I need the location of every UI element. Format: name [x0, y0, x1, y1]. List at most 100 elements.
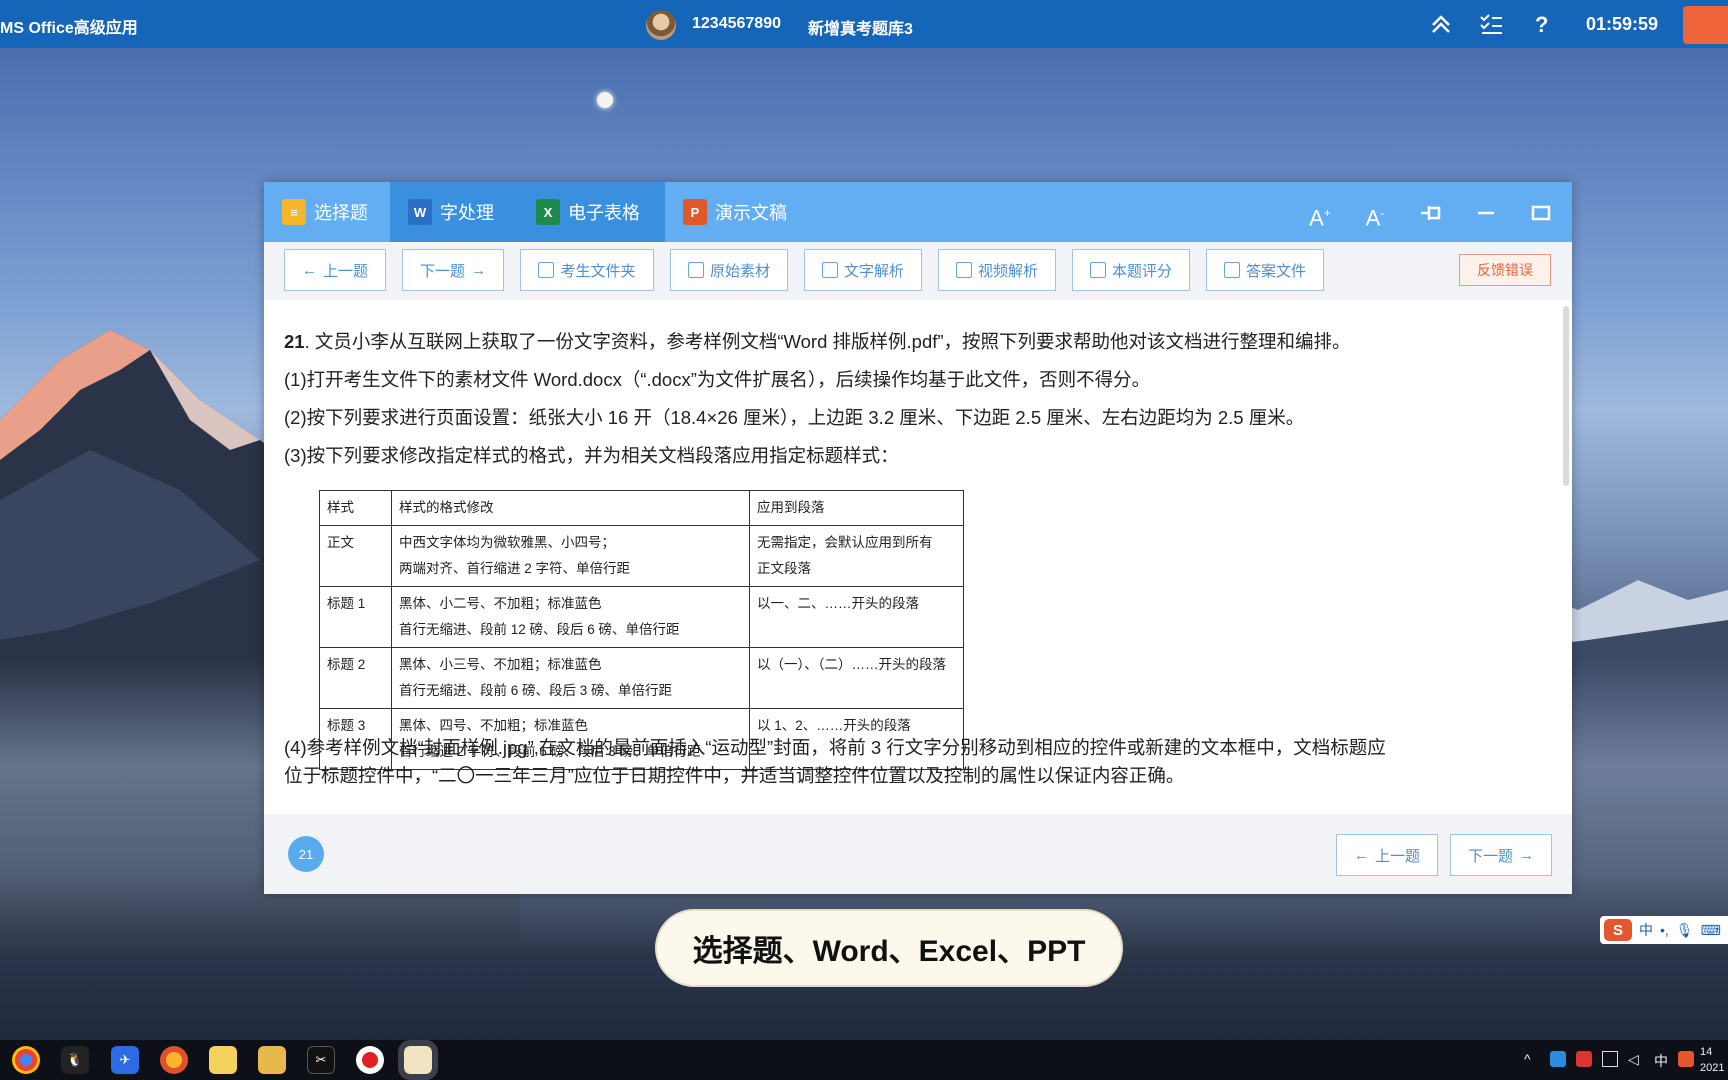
question-content[interactable]: 21. 文员小李从互联网上获取了一份文字资料，参考样例文档“Word 排版样例.… [264, 300, 1572, 814]
system-tray: ^ ◁ 中 [1524, 1051, 1694, 1069]
search-doc-icon [821, 262, 838, 278]
next-question-button[interactable]: 下一题 → [402, 249, 504, 291]
cell-line: 两端对齐、首行缩进 2 字符、单倍行距 [399, 561, 631, 576]
tab-excel[interactable]: X 电子表格 [518, 182, 665, 242]
tab-label: 电子表格 [568, 203, 640, 223]
file-icon [687, 262, 704, 278]
arrow-right-icon: → [1519, 846, 1534, 864]
edit-icon [1089, 262, 1106, 278]
feedback-error-button[interactable]: 反馈错误 [1459, 254, 1551, 286]
text-analysis-button[interactable]: 文字解析 [804, 249, 922, 291]
volume-icon[interactable]: ◁ [1628, 1051, 1644, 1067]
collapse-up-icon[interactable] [1428, 11, 1454, 37]
cell-line: 黑体、小二号、不加粗；标准蓝色 [399, 596, 602, 611]
table-row: 标题 2 黑体、小三号、不加粗；标准蓝色 首行无缩进、段前 6 磅、段后 3 磅、… [319, 647, 964, 709]
document-icon: ≡ [282, 199, 306, 225]
question-number-badge[interactable]: 21 [288, 836, 324, 872]
scrollbar[interactable] [1563, 306, 1569, 486]
cell-line: 首行无缩进、段前 6 磅、段后 3 磅、单倍行距 [399, 683, 673, 698]
answer-icon [1223, 262, 1240, 278]
style-cell: 正文 [319, 525, 392, 587]
sogou-logo-icon: S [1604, 919, 1632, 941]
cell-line: 首行无缩进、段前 12 磅、段后 6 磅、单倍行距 [399, 622, 680, 637]
prev-question-button[interactable]: ← 上一题 [284, 249, 386, 291]
ime-toolbar[interactable]: S 中 •, 🎙 ⌨ [1600, 916, 1728, 944]
step-1: (1)打开考生文件下的素材文件 Word.docx（“.docx”为文件扩展名）… [284, 369, 1151, 390]
submit-button[interactable] [1683, 6, 1728, 44]
tab-label: 字处理 [440, 203, 494, 223]
original-material-button[interactable]: 原始素材 [670, 249, 788, 291]
tab-label: 演示文稿 [715, 203, 787, 223]
system-clock[interactable]: 14 2021 [1700, 1044, 1724, 1076]
button-label: 上一题 [322, 262, 368, 280]
play-icon [955, 262, 972, 278]
button-label: 视频解析 [977, 262, 1038, 280]
step-4-line-1: (4)参考样例文档“封面样例.jpg”,在文档的最前面插入“运动型”封面，将前 … [284, 737, 1386, 758]
arrow-left-icon: ← [301, 261, 317, 279]
firefox-icon[interactable] [160, 1046, 188, 1074]
cell-line: 黑体、小三号、不加粗；标准蓝色 [399, 657, 602, 672]
apply-cell: 以（一）、（二）……开头的段落 [749, 647, 964, 709]
table-row: 正文 中西文字体均为微软雅黑、小四号； 两端对齐、首行缩进 2 字符、单倍行距 无… [319, 525, 964, 587]
font-decrease-icon[interactable]: A- [1361, 199, 1389, 230]
step-2: (2)按下列要求进行页面设置：纸张大小 16 开（18.4×26 厘米），上边距… [284, 407, 1305, 428]
keyboard-icon[interactable]: ⌨ [1701, 922, 1721, 939]
question-intro: 21. 文员小李从互联网上获取了一份文字资料，参考样例文档“Word 排版样例.… [284, 328, 1351, 354]
qq-icon[interactable]: 🐧 [61, 1046, 89, 1074]
chrome-icon[interactable] [12, 1046, 40, 1074]
excel-icon: X [536, 199, 560, 225]
section-tabs: ≡ 选择题 W 字处理 X 电子表格 P 演示文稿 A+ A- [264, 182, 1572, 242]
student-folder-button[interactable]: 考生文件夹 [520, 249, 654, 291]
style-table: 样式 样式的格式修改 应用到段落 正文 中西文字体均为微软雅黑、小四号； 两端对齐… [319, 490, 964, 770]
ppt-icon: P [683, 199, 707, 225]
notes-icon[interactable] [209, 1046, 237, 1074]
tray-ime-mode[interactable]: 中 [1654, 1051, 1668, 1069]
button-label: 考生文件夹 [560, 262, 636, 280]
help-icon[interactable]: ? [1528, 11, 1554, 37]
tab-ppt[interactable]: P 演示文稿 [665, 182, 811, 242]
sogou-tray-icon[interactable] [1678, 1051, 1694, 1067]
tab-choice[interactable]: ≡ 选择题 [264, 182, 390, 242]
tab-word[interactable]: W 字处理 [390, 182, 518, 242]
chevron-up-icon[interactable]: ^ [1524, 1051, 1540, 1067]
score-button[interactable]: 本题评分 [1072, 249, 1190, 291]
tray-app-icon[interactable] [1576, 1051, 1592, 1067]
answer-file-button[interactable]: 答案文件 [1206, 249, 1324, 291]
punctuation-icon[interactable]: •, [1660, 922, 1669, 938]
moon [597, 92, 613, 108]
folder-icon[interactable] [258, 1046, 286, 1074]
ime-mode[interactable]: 中 [1639, 920, 1653, 940]
button-label: 下一题 [419, 262, 465, 280]
candidate-id: 1234567890 [692, 15, 781, 32]
header-cell: 样式 [319, 490, 392, 526]
checklist-icon[interactable] [1478, 11, 1504, 37]
feishu-icon[interactable]: ✈ [111, 1046, 139, 1074]
minimize-icon[interactable] [1472, 199, 1500, 227]
apply-cell: 无需指定，会默认应用到所有 正文段落 [749, 525, 964, 587]
capcut-icon[interactable]: ✂ [307, 1046, 335, 1074]
network-icon[interactable] [1602, 1051, 1618, 1067]
word-icon: W [408, 199, 432, 225]
clock-date: 2021 [1700, 1062, 1725, 1074]
font-increase-icon[interactable]: A+ [1306, 199, 1334, 230]
button-label: 答案文件 [1245, 262, 1306, 280]
maximize-icon[interactable] [1527, 199, 1555, 227]
exam-app-icon[interactable] [398, 1040, 438, 1080]
cell-line: 无需指定，会默认应用到所有 [757, 535, 933, 550]
recorder-icon[interactable] [356, 1046, 384, 1074]
folder-icon [538, 262, 555, 278]
tray-app-icon[interactable] [1550, 1051, 1566, 1067]
apply-cell: 以一、二、……开头的段落 [749, 586, 964, 648]
pin-icon[interactable] [1417, 199, 1445, 227]
svg-text:?: ? [1535, 12, 1548, 37]
countdown-timer: 01:59:59 [1586, 14, 1659, 34]
style-cell: 标题 1 [319, 586, 392, 648]
modification-cell: 黑体、小三号、不加粗；标准蓝色首行无缩进、段前 6 磅、段后 3 磅、单倍行距 [391, 647, 750, 709]
header-cell: 应用到段落 [749, 490, 964, 526]
tab-label: 选择题 [314, 203, 368, 223]
footer-next-button[interactable]: 下一题 → [1450, 834, 1552, 876]
button-label: 本题评分 [1111, 262, 1172, 280]
video-analysis-button[interactable]: 视频解析 [938, 249, 1056, 291]
microphone-icon[interactable]: 🎙 [1676, 922, 1694, 939]
footer-prev-button[interactable]: ← 上一题 [1336, 834, 1438, 876]
